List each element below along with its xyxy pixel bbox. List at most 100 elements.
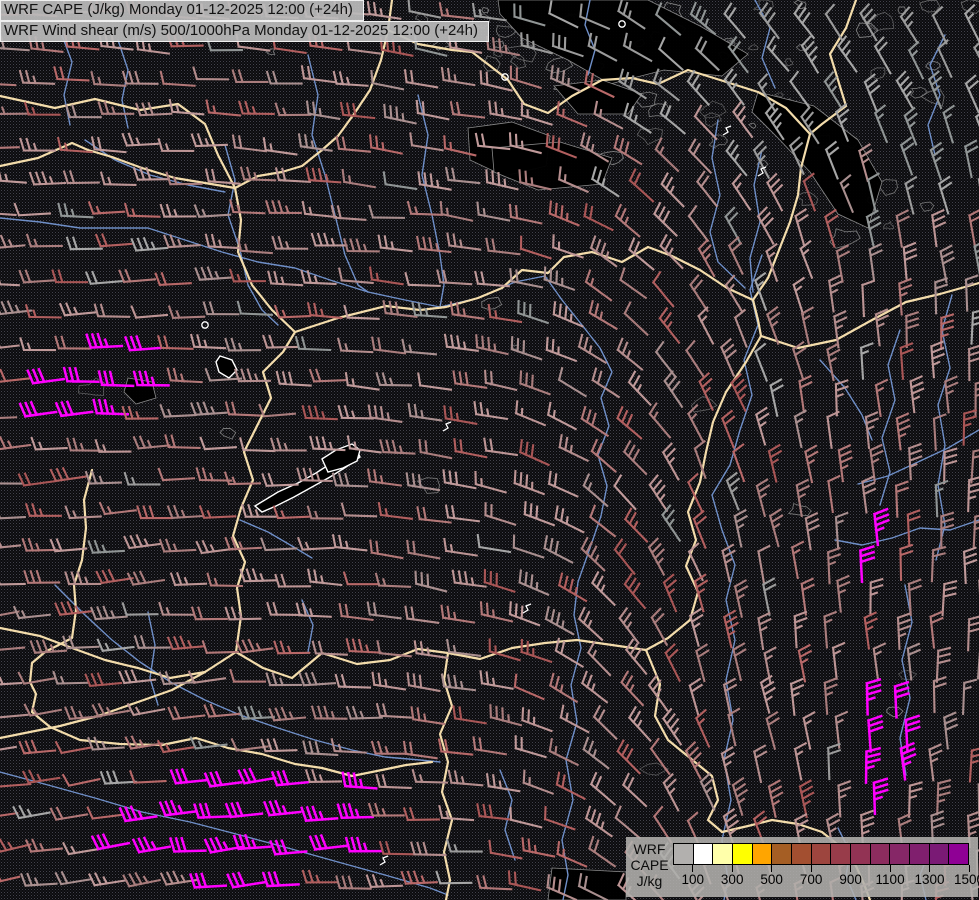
wind-barb [51,803,87,820]
wind-barb [627,170,660,202]
wind-barb [0,703,28,718]
wind-barb [968,616,979,651]
wind-barb [906,312,918,347]
wind-barb [377,373,412,385]
wind-barb [868,716,883,751]
wind-barb [332,535,368,550]
wind-barb [169,305,204,318]
wind-barb [828,744,841,779]
wind-barb [721,747,740,783]
wind-barb [799,781,818,817]
wind-barb [336,137,371,152]
wind-barb [654,342,684,376]
wind-barb [833,643,848,679]
wind-barb [0,866,19,885]
wind-barb [134,434,169,449]
wind-barb [541,536,577,562]
wind-barb [377,236,413,252]
wind-barb [123,407,158,419]
wind-barb [0,534,20,549]
wind-barb [838,781,851,816]
wind-barb [693,106,725,139]
wind-barb [407,404,443,420]
wind-barb [368,541,404,558]
wind-barb [410,707,446,724]
wind-barb [513,401,549,425]
wind-barb [791,679,806,715]
wind-barb [336,675,371,688]
wind-barb [757,208,784,244]
wind-barb [734,510,752,546]
wind-barb [754,746,773,782]
wind-barb [577,608,610,640]
wind-barb [472,472,508,492]
wind-barb [838,445,854,481]
wind-barb [126,335,161,351]
wind-barb [448,771,483,785]
wind-barb [874,779,888,814]
wind-barb [908,644,923,680]
wind-barb [900,545,912,580]
wind-barb [161,205,196,217]
wind-barb [661,506,690,541]
wind-barb [510,536,546,558]
wind-barb [123,603,158,615]
wind-barb [133,834,169,853]
wind-barb [19,470,55,486]
wind-barb [909,580,922,615]
wind-barb [226,607,261,619]
wind-barb [647,676,676,711]
wind-barb [592,706,625,738]
wind-barb [380,842,415,854]
wind-barb [203,640,238,652]
wind-barb [699,774,724,810]
wind-barb [900,743,918,779]
wind-barb [226,536,261,549]
wind-barb [64,368,99,382]
legend-color-cell [674,844,693,864]
wind-barb [20,139,55,151]
light-wind-arrow-icon [380,856,388,865]
wind-barb [545,403,581,429]
wind-barb [722,4,753,38]
wind-barb [300,672,335,686]
wind-barb [664,645,690,681]
wind-barb [408,202,443,215]
wind-barb [0,472,21,484]
wind-barb [200,505,235,518]
wind-barb [482,503,518,524]
legend-color-cell [752,844,772,864]
wind-barb [866,748,880,783]
wind-barb [442,406,478,423]
wind-barb [20,399,56,417]
wind-barb [929,745,945,781]
wind-barb [661,709,690,744]
wind-barb [945,377,960,413]
wind-barb [275,641,310,653]
wind-barb [930,143,952,179]
wind-barb [125,204,160,217]
wind-barb [378,503,414,519]
wind-barb [732,778,753,814]
legend-tick [771,865,772,872]
wind-barb [867,680,881,715]
wind-barb [552,507,588,533]
wind-barb [583,271,618,301]
wind-barb [239,102,274,114]
wind-barb [733,644,752,680]
wind-barb [344,239,379,251]
light-wind-arrow-icon [723,126,731,135]
wind-barb [943,106,964,142]
wind-barb [342,504,377,517]
wind-barb [875,380,891,416]
wind-barb [650,609,677,645]
wind-barb [30,172,65,185]
wind-barb [695,172,725,206]
wind-barb [161,404,196,417]
wind-barb [416,237,451,252]
wind-barb [124,869,160,887]
wind-barb [21,338,56,350]
wind-barb [205,770,241,787]
wind-barb [452,439,488,457]
wind-barb [613,205,647,236]
